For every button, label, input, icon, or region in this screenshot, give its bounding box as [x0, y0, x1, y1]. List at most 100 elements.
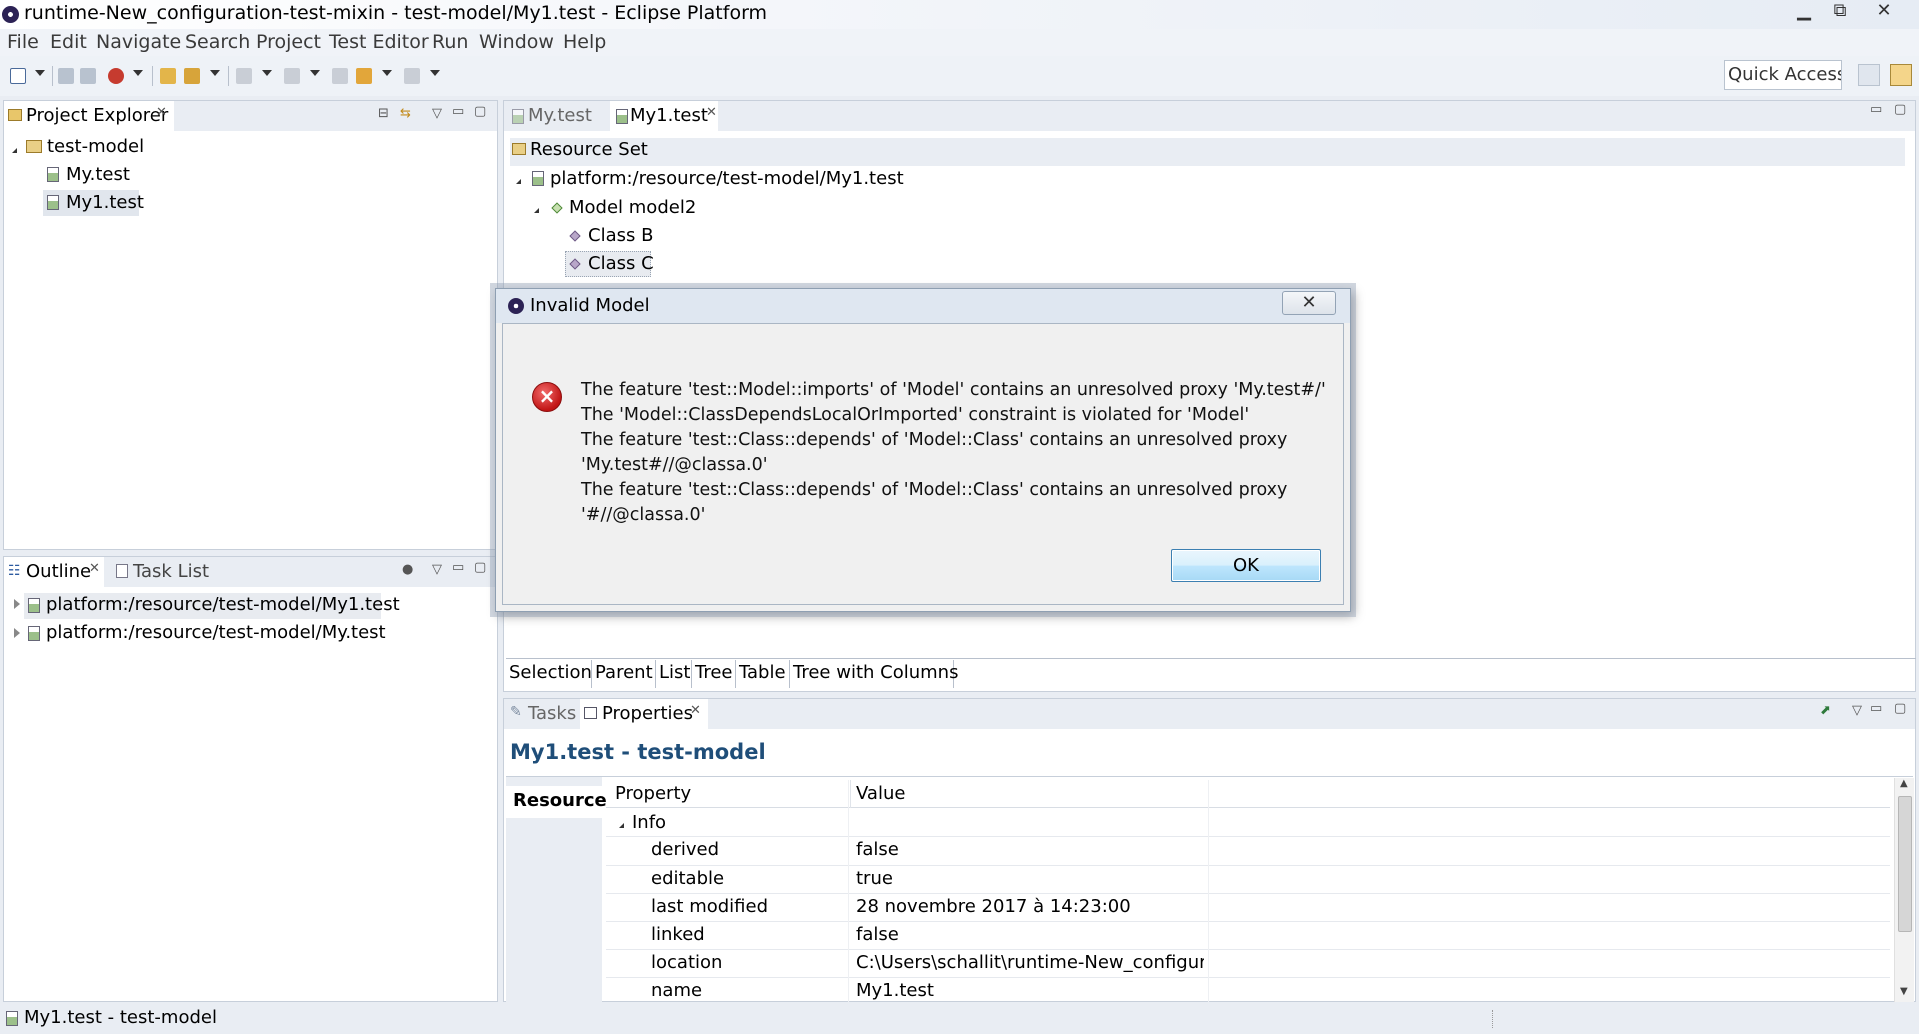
outline-item[interactable]: platform:/resource/test-model/My1.test	[46, 594, 400, 615]
view-menu-icon[interactable]: ▽	[432, 106, 442, 121]
maximize-editor-icon[interactable]: ▢	[1894, 102, 1906, 117]
resource-set-label[interactable]: Resource Set	[530, 139, 648, 160]
view-menu-icon[interactable]: ▽	[1852, 703, 1862, 718]
scrollbar-thumb[interactable]	[1898, 796, 1912, 932]
side-tab-resource[interactable]: Resource	[506, 786, 607, 818]
scroll-down-icon[interactable]: ▼	[1900, 986, 1908, 997]
open-folder-icon[interactable]	[160, 68, 176, 84]
forward-icon[interactable]	[404, 68, 420, 84]
properties-group-info[interactable]: Info	[632, 812, 666, 833]
menu-project[interactable]: Project	[256, 31, 321, 53]
maximize-button[interactable]: ⧉	[1818, 0, 1862, 24]
close-window-button[interactable]: ✕	[1862, 0, 1906, 24]
close-tab-icon[interactable]: ✕	[89, 561, 100, 576]
tab-tree-with-columns[interactable]: Tree with Columns	[790, 660, 958, 688]
maximize-view-icon[interactable]: ▢	[474, 560, 486, 575]
file-my1-test[interactable]: My1.test	[66, 192, 144, 213]
last-edit-icon[interactable]	[332, 68, 348, 84]
menu-help[interactable]: Help	[563, 31, 606, 53]
pin-view-icon[interactable]: ⬈	[1820, 703, 1831, 718]
outline-item[interactable]: platform:/resource/test-model/My.test	[46, 622, 386, 643]
save-all-icon[interactable]	[80, 68, 96, 84]
tab-tasks[interactable]: Tasks	[528, 703, 576, 724]
tab-properties[interactable]: Properties ✕	[580, 699, 708, 729]
close-tab-icon[interactable]: ✕	[706, 105, 717, 120]
previous-annotation-icon[interactable]	[284, 68, 300, 84]
tab-parent[interactable]: Parent	[592, 660, 656, 688]
debug-icon[interactable]	[108, 68, 124, 84]
dialog-close-button[interactable]: ✕	[1282, 291, 1336, 315]
next-annotation-icon[interactable]	[236, 68, 252, 84]
tree-class-c[interactable]: Class C	[588, 253, 654, 274]
table-row[interactable]: name My1.test	[606, 978, 1890, 1002]
next-annotation-dropdown-icon[interactable]	[262, 70, 272, 76]
tab-list[interactable]: List	[656, 660, 692, 688]
close-tab-icon[interactable]: ✕	[156, 105, 167, 120]
scroll-up-icon[interactable]: ▲	[1900, 778, 1908, 789]
tab-task-list[interactable]: Task List	[133, 561, 209, 582]
link-with-editor-icon[interactable]: ⇆	[400, 106, 411, 121]
properties-scrollbar[interactable]: ▲ ▼	[1894, 778, 1914, 1002]
minimize-view-icon[interactable]: ▭	[1870, 701, 1882, 716]
menu-run[interactable]: Run	[432, 31, 468, 53]
expand-twisty-icon[interactable]	[12, 143, 17, 153]
tree-resource[interactable]: platform:/resource/test-model/My1.test	[550, 168, 904, 189]
forward-dropdown-icon[interactable]	[430, 70, 440, 76]
minimize-editor-icon[interactable]: ▭	[1870, 102, 1882, 117]
expand-twisty-icon[interactable]	[619, 818, 624, 828]
column-value[interactable]: Value	[856, 783, 905, 804]
tab-tree[interactable]: Tree	[692, 660, 736, 688]
tab-outline[interactable]: ☷ Outline ✕	[4, 557, 104, 587]
run-dropdown-icon[interactable]	[210, 70, 220, 76]
tree-class-b[interactable]: Class B	[588, 225, 653, 246]
expand-twisty-icon[interactable]	[516, 174, 521, 184]
property-name: derived	[651, 839, 720, 860]
menu-edit[interactable]: Edit	[50, 31, 87, 53]
outline-tool-icon[interactable]: ●	[402, 562, 413, 577]
ok-button[interactable]: OK	[1171, 549, 1321, 582]
status-bar: My1.test - test-model	[0, 1004, 1919, 1034]
run-icon[interactable]	[184, 68, 200, 84]
tab-table[interactable]: Table	[736, 660, 790, 688]
back-dropdown-icon[interactable]	[382, 70, 392, 76]
table-row[interactable]: linked false	[606, 922, 1890, 950]
menu-window[interactable]: Window	[479, 31, 554, 53]
maximize-view-icon[interactable]: ▢	[1894, 701, 1906, 716]
column-divider	[848, 780, 849, 1002]
column-property[interactable]: Property	[615, 783, 691, 804]
maximize-view-icon[interactable]: ▢	[474, 104, 486, 119]
back-icon[interactable]	[356, 68, 372, 84]
debug-dropdown-icon[interactable]	[133, 70, 143, 76]
expand-twisty-icon[interactable]	[534, 203, 539, 213]
table-row[interactable]: editable true	[606, 866, 1890, 894]
menu-search[interactable]: Search	[185, 31, 250, 53]
menu-file[interactable]: File	[7, 31, 39, 53]
save-icon[interactable]	[58, 68, 74, 84]
project-test-model[interactable]: test-model	[47, 136, 144, 157]
tree-model[interactable]: Model model2	[569, 197, 696, 218]
new-dropdown-icon[interactable]	[35, 70, 45, 76]
new-icon[interactable]	[10, 68, 26, 84]
minimize-view-icon[interactable]: ▭	[452, 560, 464, 575]
resource-perspective-icon[interactable]	[1890, 64, 1912, 86]
minimize-view-icon[interactable]: ▭	[452, 104, 464, 119]
collapsed-twisty-icon[interactable]	[14, 599, 20, 609]
tab-selection[interactable]: Selection	[506, 660, 592, 688]
collapsed-twisty-icon[interactable]	[14, 628, 20, 638]
open-perspective-icon[interactable]	[1858, 64, 1880, 86]
tab-my-test[interactable]: My.test	[528, 105, 592, 126]
menu-test-editor[interactable]: Test Editor	[329, 31, 429, 53]
table-row[interactable]: last modified 28 novembre 2017 à 14:23:0…	[606, 894, 1890, 922]
tab-my1-test[interactable]: My1.test ✕	[610, 101, 718, 131]
file-my-test[interactable]: My.test	[66, 164, 130, 185]
tab-project-explorer[interactable]: Project Explorer ✕	[4, 101, 174, 131]
quick-access-field[interactable]: Quick Access	[1724, 60, 1842, 90]
collapse-all-icon[interactable]: ⊟	[378, 106, 389, 121]
previous-annotation-dropdown-icon[interactable]	[310, 70, 320, 76]
editor-tabs-divider	[506, 658, 1916, 659]
table-row[interactable]: location C:\Users\schallit\runtime-New_c…	[606, 950, 1890, 978]
menu-navigate[interactable]: Navigate	[96, 31, 181, 53]
table-row[interactable]: derived false	[606, 837, 1890, 865]
view-menu-icon[interactable]: ▽	[432, 562, 442, 577]
close-tab-icon[interactable]: ✕	[690, 703, 701, 718]
